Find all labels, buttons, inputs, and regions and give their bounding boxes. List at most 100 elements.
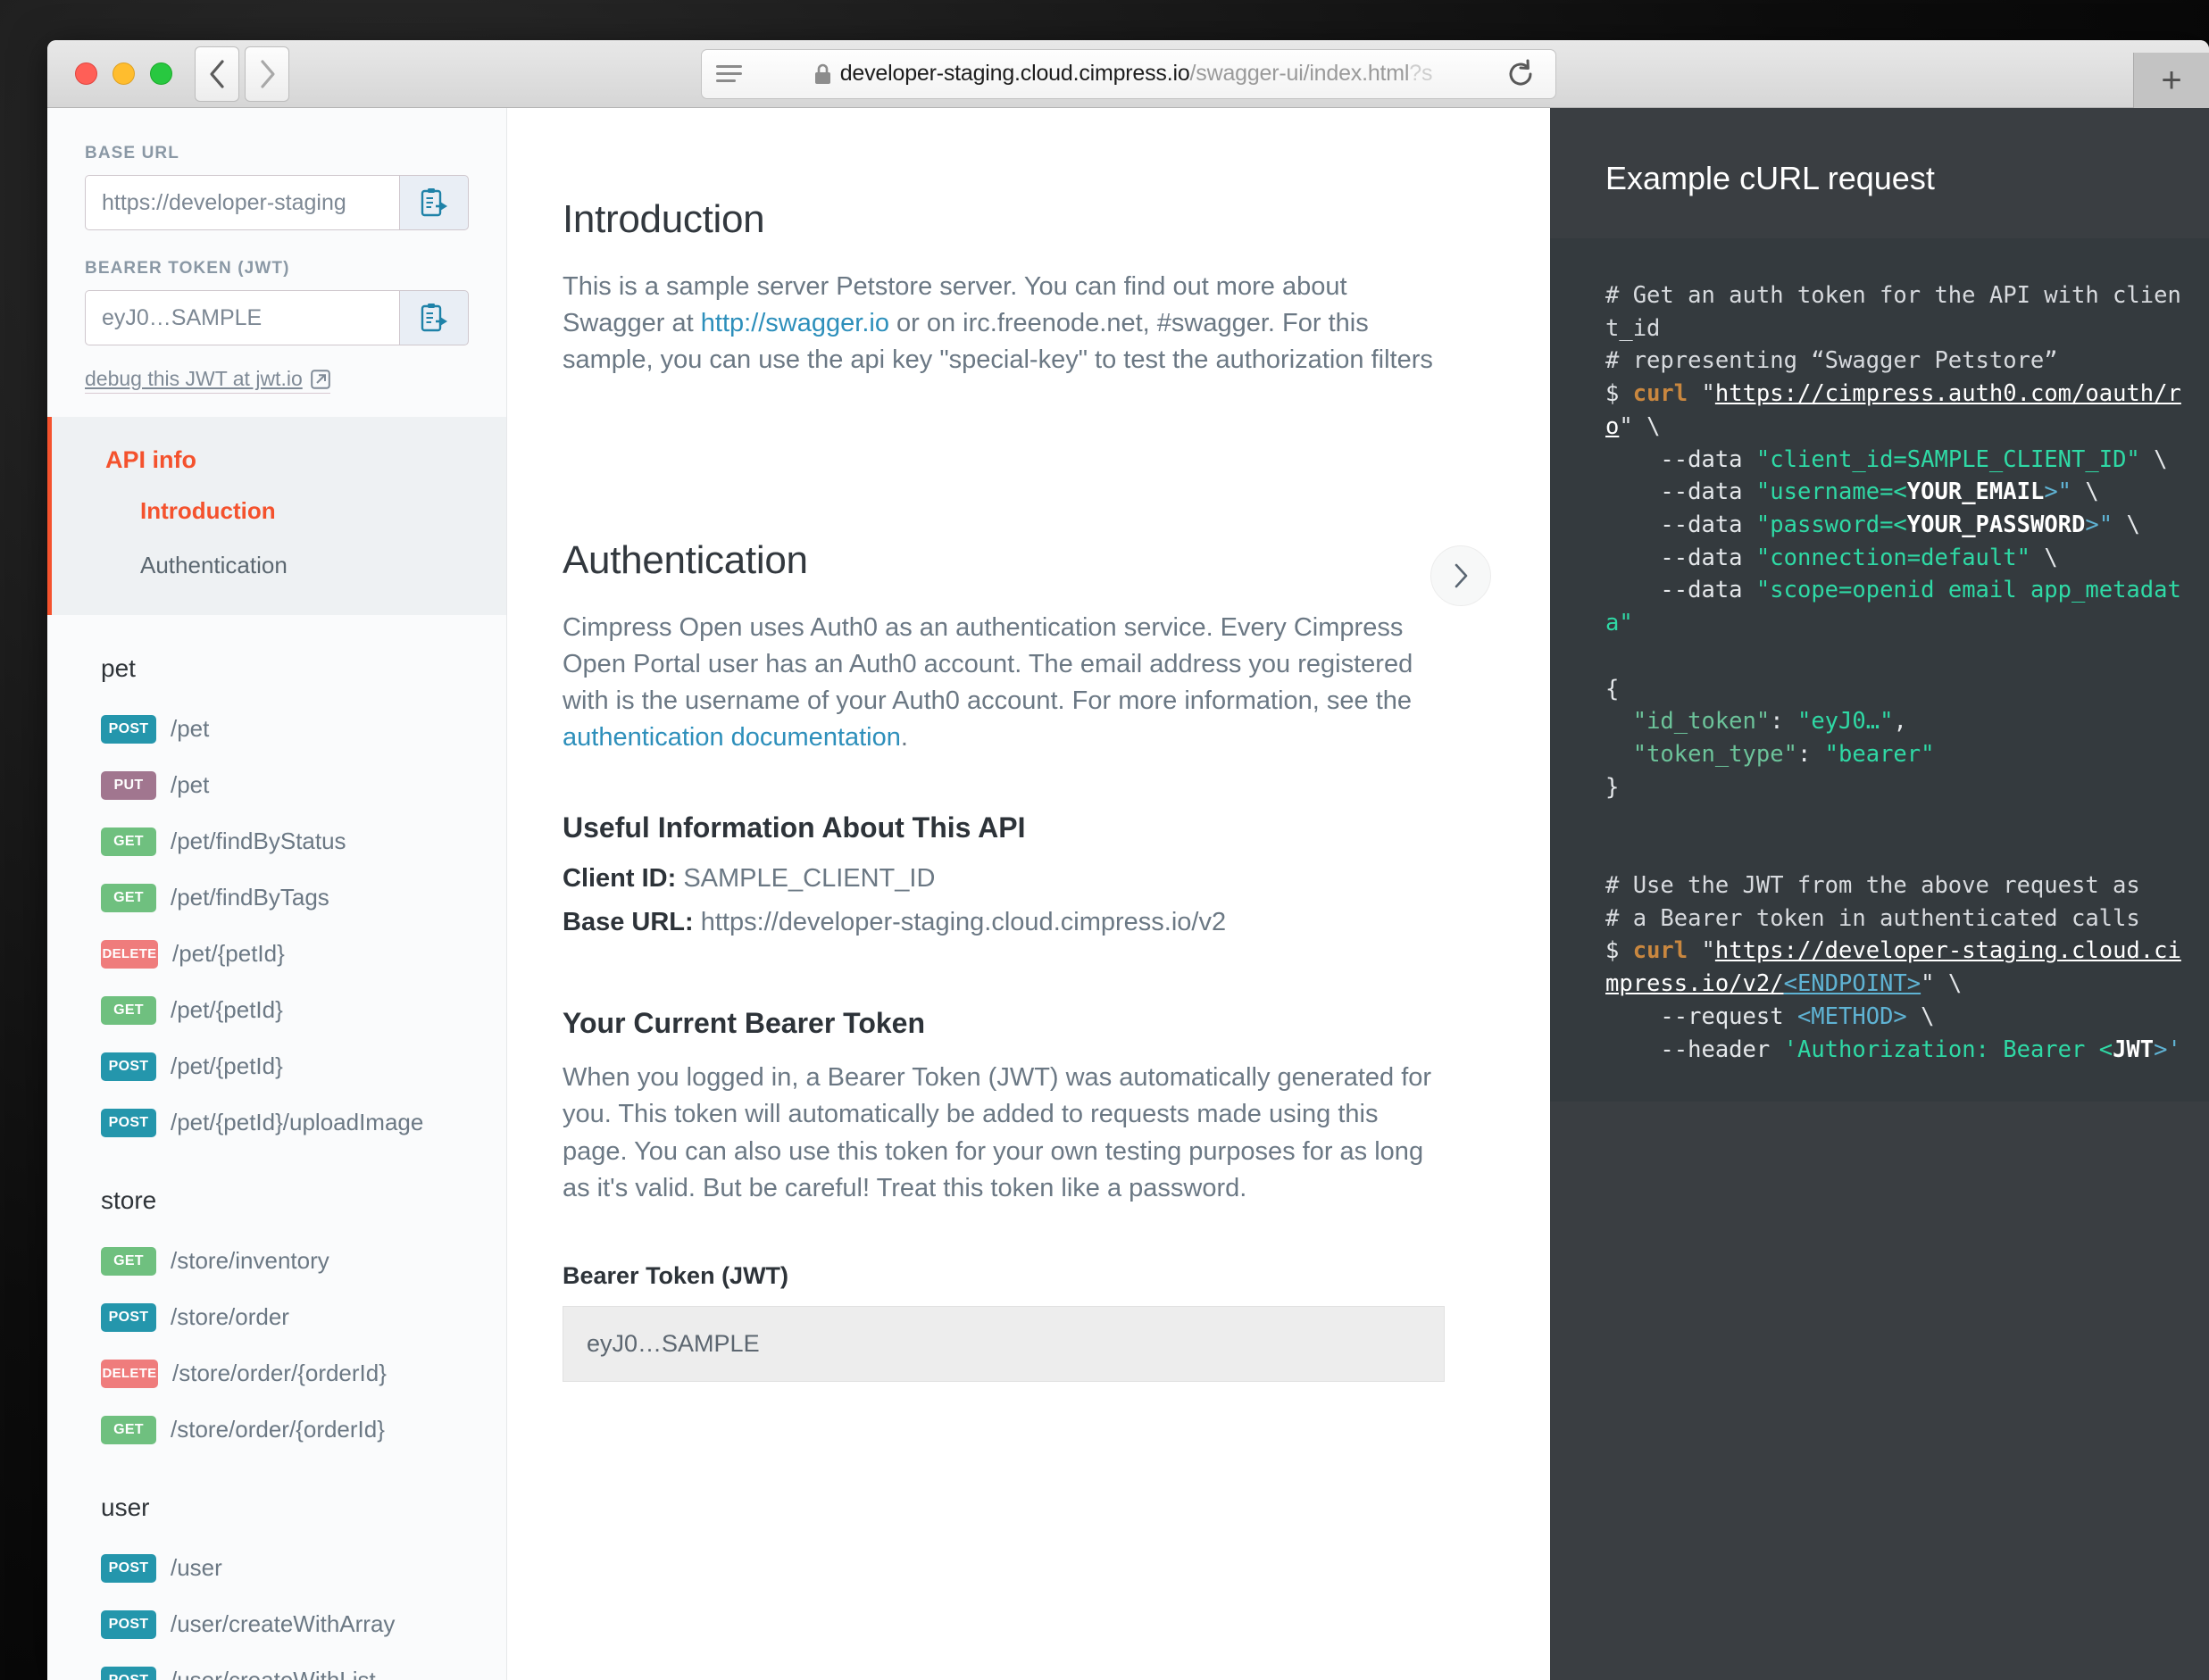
code-data-connection: "connection=default" xyxy=(1756,545,2030,571)
operation-path: /pet/{petId} xyxy=(171,1052,283,1080)
sidebar-operation[interactable]: GET /store/inventory xyxy=(47,1233,506,1289)
address-bar-content: developer-staging.cloud.cimpress.io/swag… xyxy=(742,61,1505,87)
reader-view-icon[interactable] xyxy=(716,65,742,82)
sidebar-tag-store[interactable]: store xyxy=(47,1186,506,1215)
authentication-text-2: . xyxy=(901,723,908,752)
code-request-method: <METHOD> xyxy=(1797,1003,1907,1030)
clipboard-paste-icon xyxy=(420,187,448,218)
sidebar-operation[interactable]: DELETE /pet/{petId} xyxy=(47,926,506,982)
close-window-button[interactable] xyxy=(75,62,97,85)
introduction-paragraph: This is a sample server Petstore server.… xyxy=(563,269,1438,379)
operation-path: /user/createWithArray xyxy=(171,1610,395,1638)
authentication-documentation-link[interactable]: authentication documentation xyxy=(563,723,901,752)
code-data-username-var: YOUR_EMAIL xyxy=(1907,478,2045,505)
code-curl-keyword-1: curl xyxy=(1633,380,1688,407)
address-bar-url: developer-staging.cloud.cimpress.io/swag… xyxy=(840,61,1433,87)
current-bearer-token-heading: Your Current Bearer Token xyxy=(563,1007,1496,1040)
sidebar-operation[interactable]: POST /store/order xyxy=(47,1289,506,1345)
sidebar-tag-user[interactable]: user xyxy=(47,1493,506,1522)
code-data-username-pre: "username=< xyxy=(1756,478,1907,505)
operation-path: /pet/{petId} xyxy=(171,996,283,1024)
jwt-debug-link[interactable]: debug this JWT at jwt.io xyxy=(85,367,330,394)
sidebar-operation[interactable]: POST /user/createWithArray xyxy=(47,1596,506,1652)
reload-button[interactable] xyxy=(1505,59,1536,89)
url-host: developer-staging.cloud.cimpress.io xyxy=(840,61,1190,86)
sidebar-item-introduction[interactable]: Introduction xyxy=(52,497,506,525)
desktop-background: developer-staging.cloud.cimpress.io/swag… xyxy=(0,0,2209,1680)
address-bar[interactable]: developer-staging.cloud.cimpress.io/swag… xyxy=(701,49,1556,99)
code-data-flag: --data xyxy=(1660,511,1742,538)
sidebar-operation[interactable]: DELETE /store/order/{orderId} xyxy=(47,1345,506,1401)
authentication-paragraph: Cimpress Open uses Auth0 as an authentic… xyxy=(563,610,1438,757)
method-badge: DELETE xyxy=(101,940,158,969)
code-comment-1: # Get an auth token for the API with cli… xyxy=(1605,282,2181,342)
sidebar-operation[interactable]: POST /user xyxy=(47,1540,506,1596)
authentication-text-1: Cimpress Open uses Auth0 as an authentic… xyxy=(563,613,1413,715)
lock-icon xyxy=(814,63,831,85)
sidebar-operation[interactable]: GET /pet/findByStatus xyxy=(47,813,506,869)
example-code-panel: Example cURL request # Get an auth token… xyxy=(1550,108,2209,1680)
next-section-button[interactable] xyxy=(1430,545,1491,606)
sidebar-tag-pet[interactable]: pet xyxy=(47,654,506,683)
introduction-heading: Introduction xyxy=(563,197,1496,242)
maximize-window-button[interactable] xyxy=(150,62,172,85)
operation-path: /user xyxy=(171,1554,222,1582)
bearer-token-input[interactable]: eyJ0…SAMPLE xyxy=(85,290,399,345)
new-tab-button[interactable]: + xyxy=(2133,53,2209,108)
operation-path: /store/order/{orderId} xyxy=(172,1360,387,1387)
code-request-flag: --request xyxy=(1660,1003,1783,1030)
sidebar-operation[interactable]: POST /user/createWithList xyxy=(47,1652,506,1680)
browser-titlebar: developer-staging.cloud.cimpress.io/swag… xyxy=(47,40,2209,108)
copy-bearer-token-button[interactable] xyxy=(399,290,469,345)
base-url-label: Base URL: xyxy=(563,908,694,936)
back-button[interactable] xyxy=(195,46,239,102)
useful-information-heading: Useful Information About This API xyxy=(563,811,1496,844)
sidebar-item-authentication[interactable]: Authentication xyxy=(52,552,506,579)
authentication-heading: Authentication xyxy=(563,538,808,583)
bearer-token-label: BEARER TOKEN (JWT) xyxy=(85,259,469,279)
operation-path: /store/order xyxy=(171,1303,289,1331)
code-json-id-token-key: "id_token" xyxy=(1633,708,1771,735)
base-url-input[interactable]: https://developer-staging xyxy=(85,175,399,230)
operation-path: /pet/{petId}/uploadImage xyxy=(171,1109,423,1136)
method-badge: PUT xyxy=(101,771,156,800)
operation-path: /store/inventory xyxy=(171,1247,329,1275)
sidebar-operation[interactable]: PUT /pet xyxy=(47,757,506,813)
method-badge: POST xyxy=(101,715,156,744)
client-id-row: Client ID: SAMPLE_CLIENT_ID xyxy=(563,864,1496,894)
code-data-client-id: "client_id=SAMPLE_CLIENT_ID" xyxy=(1756,446,2140,473)
bearer-token-readonly-field[interactable]: eyJ0…SAMPLE xyxy=(563,1306,1445,1382)
section-spacer xyxy=(47,1458,506,1493)
copy-base-url-button[interactable] xyxy=(399,175,469,230)
method-badge: GET xyxy=(101,884,156,912)
operation-path: /user/createWithList xyxy=(171,1667,376,1680)
sidebar-operation[interactable]: GET /store/order/{orderId} xyxy=(47,1401,506,1458)
base-url-row: Base URL: https://developer-staging.clou… xyxy=(563,908,1496,937)
curl-code-block[interactable]: # Get an auth token for the API with cli… xyxy=(1550,238,2209,1102)
sidebar-operation[interactable]: GET /pet/{petId} xyxy=(47,982,506,1038)
method-badge: GET xyxy=(101,828,156,856)
jwt-debug-link-label: debug this JWT at jwt.io xyxy=(85,367,303,391)
section-spacer xyxy=(563,781,1496,811)
sidebar-operation[interactable]: GET /pet/findByTags xyxy=(47,869,506,926)
forward-button[interactable] xyxy=(245,46,289,102)
sidebar-operation[interactable]: POST /pet xyxy=(47,701,506,757)
code-header-value-var: JWT xyxy=(2113,1036,2154,1063)
new-tab-label: + xyxy=(2161,62,2181,98)
operation-path: /store/order/{orderId} xyxy=(171,1416,385,1443)
sidebar-operation[interactable]: POST /pet/{petId}/uploadImage xyxy=(47,1094,506,1151)
method-badge: POST xyxy=(101,1052,156,1081)
sidebar-operation[interactable]: POST /pet/{petId} xyxy=(47,1038,506,1094)
code-header-value-pre: 'Authorization: Bearer < xyxy=(1784,1036,2113,1063)
swagger-io-link[interactable]: http://swagger.io xyxy=(701,309,889,337)
page-body: BASE URL https://developer-staging xyxy=(47,108,2209,1680)
code-comment-3: # Use the JWT from the above request as xyxy=(1605,872,2140,899)
code-prompt-1: $ xyxy=(1605,380,1619,407)
code-url-1: https://cimpress.auth0.com/oauth/ro xyxy=(1605,380,2181,440)
code-url-2-endpoint: <ENDPOINT> xyxy=(1784,970,1921,997)
code-json-id-token-value: "eyJ0…" xyxy=(1797,708,1893,735)
operation-path: /pet/{petId} xyxy=(172,940,285,968)
code-header-value-post: >' xyxy=(2154,1036,2181,1063)
minimize-window-button[interactable] xyxy=(113,62,135,85)
example-code-title: Example cURL request xyxy=(1550,108,2209,238)
